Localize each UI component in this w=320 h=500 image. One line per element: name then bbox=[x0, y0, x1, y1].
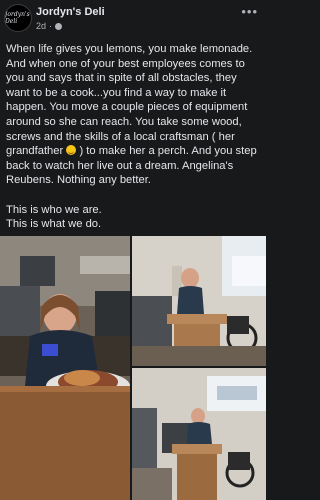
photo-girl-on-perch[interactable] bbox=[132, 236, 266, 366]
post-timestamp[interactable]: 2d bbox=[36, 21, 46, 31]
more-options-button[interactable]: ••• bbox=[241, 4, 258, 19]
photo-kitchen-wide[interactable] bbox=[132, 368, 266, 500]
post-meta: 2d · bbox=[36, 21, 63, 31]
photo-grid bbox=[0, 236, 266, 500]
post-paragraph: This is who we are. This is what we do. bbox=[6, 203, 102, 231]
smiling-face-with-hearts-icon bbox=[66, 145, 77, 156]
avatar-logo-text: Jordyn's Deli bbox=[5, 11, 30, 25]
page-name[interactable]: Jordyn's Deli bbox=[36, 6, 105, 18]
photo-kitchen-wide-image bbox=[132, 368, 266, 500]
post-header: Jordyn's Deli Jordyn's Deli 2d · ••• bbox=[0, 0, 266, 38]
photo-girl-with-sandwich[interactable] bbox=[0, 236, 130, 500]
photo-girl-on-perch-image bbox=[132, 236, 266, 366]
post-paragraph: When life gives you lemons, you make lem… bbox=[6, 43, 257, 187]
page-avatar[interactable]: Jordyn's Deli bbox=[4, 4, 32, 32]
globe-icon bbox=[55, 22, 63, 30]
photo-girl-with-sandwich-image bbox=[0, 236, 130, 500]
post-body: When life gives you lemons, you make lem… bbox=[6, 42, 260, 232]
